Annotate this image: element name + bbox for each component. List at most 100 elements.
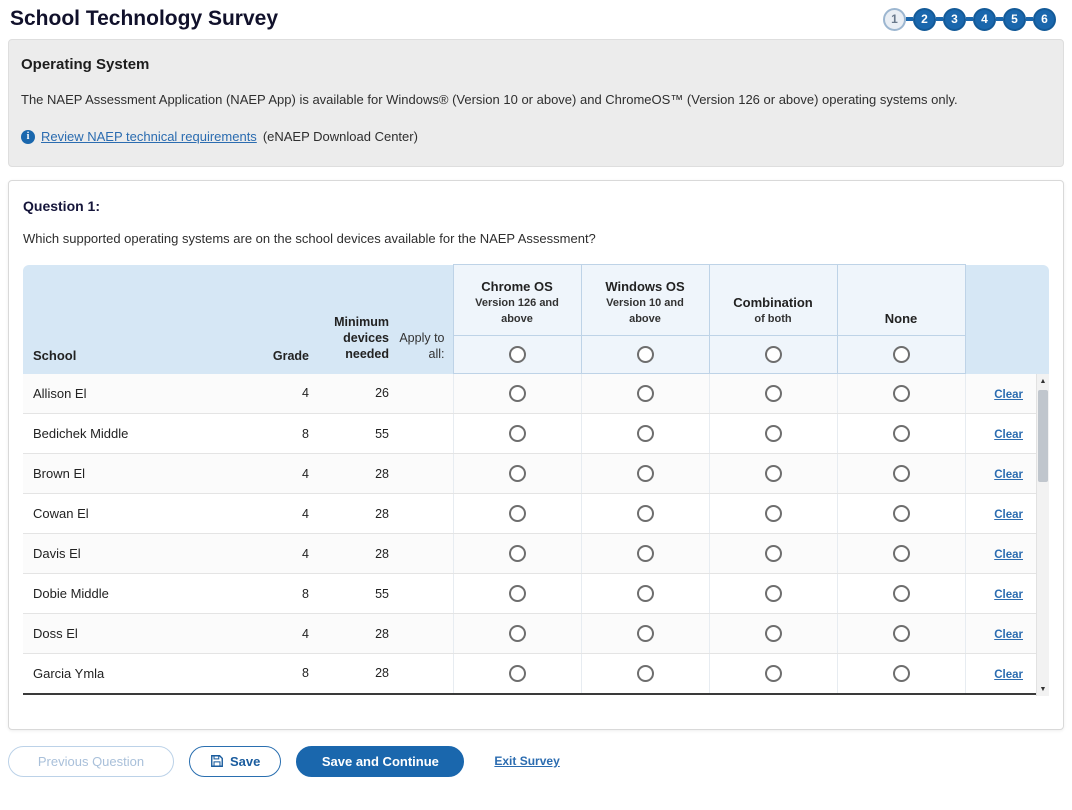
- radio-none[interactable]: [893, 545, 910, 562]
- clear-link[interactable]: Clear: [994, 509, 1023, 521]
- save-button[interactable]: Save: [189, 746, 281, 777]
- column-header-chrome-os: Chrome OS Version 126 and above: [453, 265, 581, 336]
- apply-all-radio-none[interactable]: [893, 346, 910, 363]
- apply-all-radio-chrome-os[interactable]: [509, 346, 526, 363]
- exit-survey-link[interactable]: Exit Survey: [494, 754, 559, 768]
- step-5[interactable]: 5: [1003, 8, 1026, 31]
- cell-chrome-os: [453, 374, 581, 414]
- cell-combination: [709, 534, 837, 574]
- table-row: Dobie Middle 8 55 Clear: [23, 574, 1049, 614]
- step-connector: [996, 17, 1003, 21]
- radio-windows-os[interactable]: [637, 545, 654, 562]
- radio-chrome-os[interactable]: [509, 425, 526, 442]
- radio-none[interactable]: [893, 385, 910, 402]
- grade-cell: 8: [263, 574, 313, 614]
- school-cell: Doss El: [23, 614, 263, 654]
- column-header-min-devices: Minimum devices needed: [313, 265, 393, 374]
- radio-combination[interactable]: [765, 585, 782, 602]
- apply-all-radio-windows-os[interactable]: [637, 346, 654, 363]
- radio-none[interactable]: [893, 425, 910, 442]
- save-and-continue-button[interactable]: Save and Continue: [296, 746, 464, 777]
- clear-link[interactable]: Clear: [994, 549, 1023, 561]
- radio-combination[interactable]: [765, 505, 782, 522]
- cell-none: [837, 574, 965, 614]
- save-icon: [210, 754, 224, 768]
- radio-windows-os[interactable]: [637, 385, 654, 402]
- step-3[interactable]: 3: [943, 8, 966, 31]
- cell-chrome-os: [453, 574, 581, 614]
- radio-combination[interactable]: [765, 465, 782, 482]
- devices-cell: 28: [313, 534, 393, 574]
- previous-question-button[interactable]: Previous Question: [8, 746, 174, 777]
- scroll-down-button[interactable]: ▼: [1037, 682, 1049, 696]
- scroll-up-button[interactable]: ▲: [1037, 374, 1049, 388]
- devices-cell: 55: [313, 574, 393, 614]
- radio-none[interactable]: [893, 465, 910, 482]
- grade-cell: 4: [263, 534, 313, 574]
- radio-combination[interactable]: [765, 545, 782, 562]
- step-1[interactable]: 1: [883, 8, 906, 31]
- radio-chrome-os[interactable]: [509, 665, 526, 682]
- clear-link[interactable]: Clear: [994, 389, 1023, 401]
- radio-windows-os[interactable]: [637, 465, 654, 482]
- school-cell: Allison El: [23, 374, 263, 414]
- radio-windows-os[interactable]: [637, 665, 654, 682]
- school-cell: Garcia Ymla: [23, 654, 263, 694]
- step-connector: [1026, 17, 1033, 21]
- step-2[interactable]: 2: [913, 8, 936, 31]
- radio-combination[interactable]: [765, 425, 782, 442]
- radio-none[interactable]: [893, 585, 910, 602]
- apply-all-radio-combination[interactable]: [765, 346, 782, 363]
- radio-chrome-os[interactable]: [509, 465, 526, 482]
- option-subtitle-chrome-os: Version 126 and above: [461, 296, 573, 328]
- radio-windows-os[interactable]: [637, 585, 654, 602]
- question-card: Question 1: Which supported operating sy…: [8, 180, 1064, 730]
- column-header-windows-os: Windows OS Version 10 and above: [581, 265, 709, 336]
- grade-cell: 4: [263, 494, 313, 534]
- step-4[interactable]: 4: [973, 8, 996, 31]
- radio-windows-os[interactable]: [637, 625, 654, 642]
- radio-chrome-os[interactable]: [509, 505, 526, 522]
- cell-none: [837, 414, 965, 454]
- radio-combination[interactable]: [765, 625, 782, 642]
- school-cell: Brown El: [23, 454, 263, 494]
- technical-requirements-link[interactable]: Review NAEP technical requirements: [41, 129, 257, 144]
- column-header-combination: Combination of both: [709, 265, 837, 336]
- cell-windows-os: [581, 614, 709, 654]
- scrollbar-track[interactable]: [1037, 388, 1049, 682]
- clear-link[interactable]: Clear: [994, 429, 1023, 441]
- spacer-cell: [393, 654, 453, 694]
- apply-all-cell-windows-os: [581, 336, 709, 374]
- info-panel: Operating System The NAEP Assessment App…: [8, 39, 1064, 167]
- clear-link[interactable]: Clear: [994, 589, 1023, 601]
- cell-combination: [709, 614, 837, 654]
- radio-none[interactable]: [893, 625, 910, 642]
- link-suffix: (eNAEP Download Center): [263, 129, 418, 144]
- scrollbar-thumb[interactable]: [1038, 390, 1048, 482]
- radio-none[interactable]: [893, 505, 910, 522]
- clear-link[interactable]: Clear: [994, 469, 1023, 481]
- radio-chrome-os[interactable]: [509, 585, 526, 602]
- radio-chrome-os[interactable]: [509, 625, 526, 642]
- grade-cell: 8: [263, 414, 313, 454]
- cell-combination: [709, 414, 837, 454]
- radio-windows-os[interactable]: [637, 425, 654, 442]
- radio-chrome-os[interactable]: [509, 545, 526, 562]
- radio-windows-os[interactable]: [637, 505, 654, 522]
- table-scrollbar[interactable]: ▲ ▼: [1036, 374, 1049, 696]
- table-row: Brown El 4 28 Clear: [23, 454, 1049, 494]
- clear-link[interactable]: Clear: [994, 669, 1023, 681]
- survey-table: School Grade Minimum devices needed Appl…: [23, 264, 1049, 695]
- progress-stepper: 1 2 3 4 5 6: [883, 8, 1056, 31]
- cell-chrome-os: [453, 614, 581, 654]
- radio-chrome-os[interactable]: [509, 385, 526, 402]
- radio-combination[interactable]: [765, 665, 782, 682]
- radio-combination[interactable]: [765, 385, 782, 402]
- cell-windows-os: [581, 574, 709, 614]
- radio-none[interactable]: [893, 665, 910, 682]
- cell-none: [837, 614, 965, 654]
- clear-link[interactable]: Clear: [994, 629, 1023, 641]
- option-subtitle-combination: of both: [754, 312, 791, 328]
- devices-cell: 28: [313, 654, 393, 694]
- step-6[interactable]: 6: [1033, 8, 1056, 31]
